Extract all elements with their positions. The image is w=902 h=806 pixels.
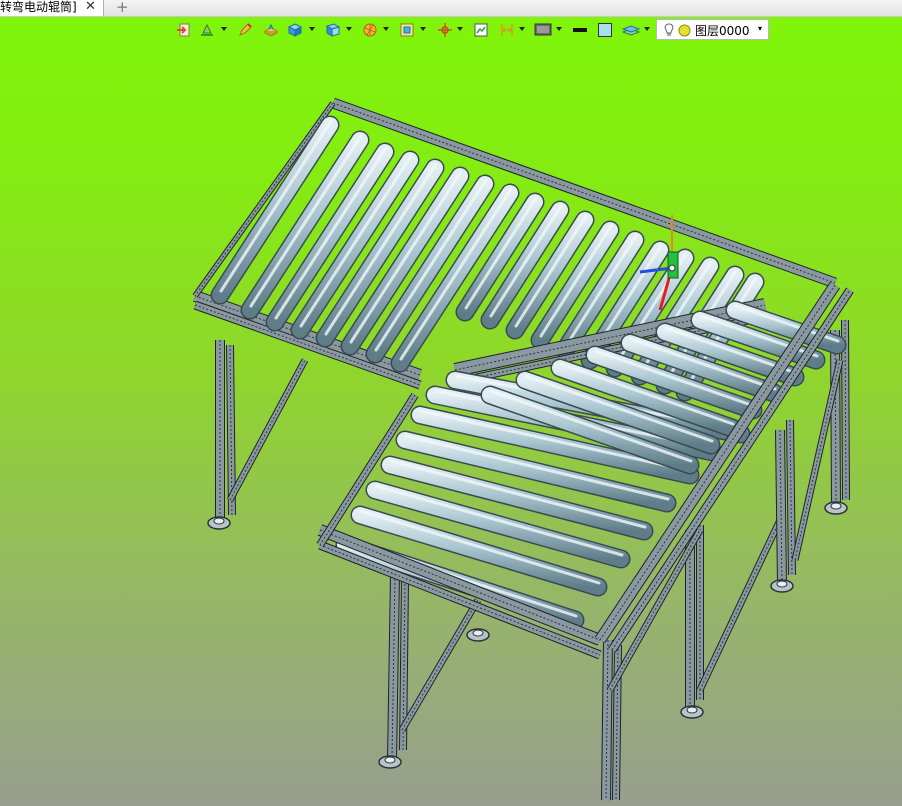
triad-origin [668,264,676,272]
solid-box-dropdown[interactable] [309,27,315,31]
leveling-foot [384,756,396,764]
view-toolbar: 图层0000 ▾ [170,19,770,41]
orient-axis-icon [438,23,452,37]
leveling-foot [472,629,484,637]
render-sphere-icon [363,23,377,37]
3d-viewport[interactable] [0,17,902,806]
exit-sketch-icon [177,23,190,37]
sketch-tools-icon [201,23,213,36]
layer-color-icon [678,24,691,37]
leg-brace [399,598,481,732]
line-style-icon [573,28,587,32]
pencil-icon [239,23,252,36]
leveling-foot [686,706,698,714]
layers-icon [622,25,640,36]
view-cube-dropdown[interactable] [346,27,352,31]
sketch-tools-button[interactable] [196,19,218,41]
background-color-icon [598,23,612,37]
leveling-foot [830,502,842,510]
layers-dropdown[interactable] [644,27,650,31]
background-color-button[interactable] [594,19,616,41]
frame-view-icon [400,23,414,37]
conveyor-model[interactable] [0,17,902,806]
view-cube-icon [325,23,341,37]
layer-value: 图层0000 [695,24,750,38]
frame-view-button[interactable] [396,19,418,41]
display-mode-button[interactable] [532,19,554,41]
orient-axis-dropdown[interactable] [457,27,463,31]
section-view-icon [474,23,488,37]
document-tab[interactable]: 转弯电动辊筒] ✕ [0,0,104,16]
solid-box-icon [287,23,303,37]
document-tab-bar: 转弯电动辊筒] ✕ + [0,0,902,17]
lightbulb-icon[interactable] [663,23,675,37]
measure-button[interactable] [496,19,518,41]
display-mode-dropdown[interactable] [556,27,562,31]
chevron-down-icon: ▾ [757,24,762,33]
layers-button[interactable] [620,19,642,41]
exit-sketch-button[interactable] [173,19,195,41]
leveling-foot [213,517,225,525]
solid-box-button[interactable] [284,19,306,41]
layer-select[interactable]: 图层0000 ▾ [656,19,769,40]
render-style-dropdown[interactable] [383,27,389,31]
document-tab-label: 转弯电动辊筒] [0,0,77,14]
new-tab-icon[interactable]: + [116,0,129,15]
extrude-button[interactable] [260,19,282,41]
render-style-button[interactable] [359,19,381,41]
pencil-button[interactable] [234,19,256,41]
extrude-icon [263,23,279,37]
section-view-button[interactable] [470,19,492,41]
sketch-tools-dropdown[interactable] [221,27,227,31]
leg-brace [227,358,308,502]
frame-view-dropdown[interactable] [420,27,426,31]
orient-axis-button[interactable] [434,19,456,41]
view-cube-button[interactable] [322,19,344,41]
display-mode-icon [534,23,552,36]
measure-dropdown[interactable] [519,27,525,31]
close-tab-icon[interactable]: ✕ [85,0,96,15]
leveling-foot [776,580,788,588]
line-style-button[interactable] [569,19,591,41]
measure-icon [501,24,513,36]
